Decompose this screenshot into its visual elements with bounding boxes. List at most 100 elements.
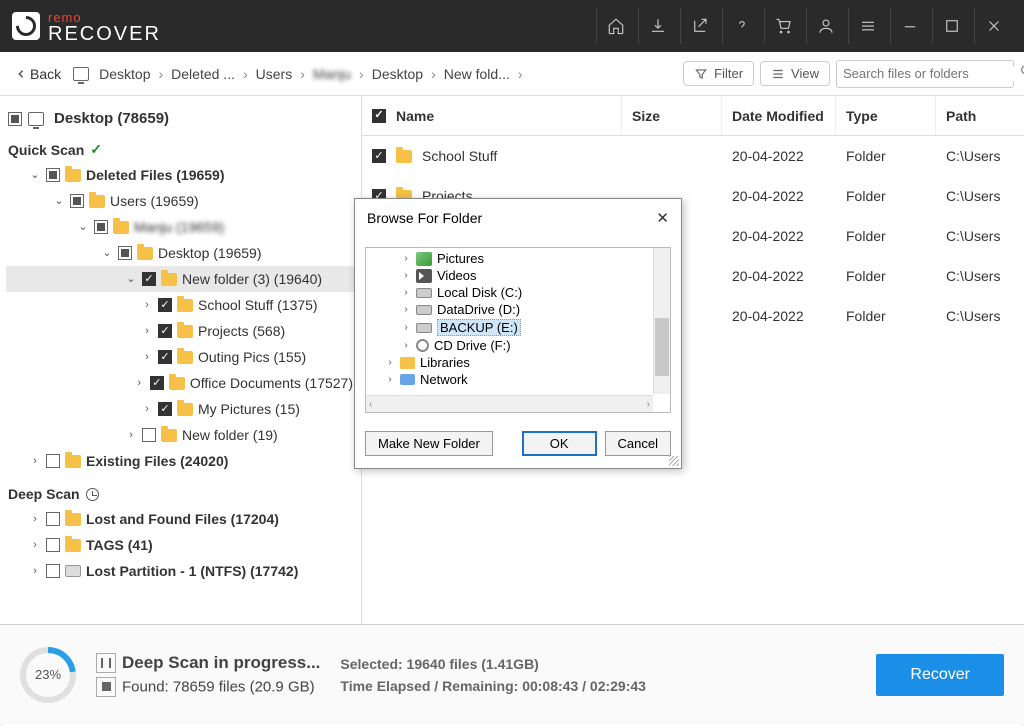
tree-item[interactable]: New folder (3) (19640) [182,269,322,289]
export-icon[interactable] [680,8,718,44]
expander-icon[interactable]: › [141,321,153,341]
tree-item[interactable]: Deleted Files (19659) [86,165,225,185]
expander-icon[interactable]: › [29,535,41,555]
checkbox[interactable] [150,376,164,390]
checkbox[interactable] [158,350,172,364]
crumb[interactable]: Manju [309,64,355,84]
expander-icon[interactable]: › [134,373,145,393]
checkbox[interactable] [46,564,60,578]
folder-item-selected[interactable]: BACKUP (E:) [437,319,521,336]
maximize-icon[interactable] [932,8,970,44]
expander-icon[interactable]: › [29,509,41,529]
folder-item[interactable]: DataDrive (D:) [437,302,520,317]
checkbox[interactable] [70,194,84,208]
expander-icon[interactable]: ⌄ [29,165,41,185]
filter-button[interactable]: Filter [683,61,754,86]
cart-icon[interactable] [764,8,802,44]
folder-item[interactable]: Libraries [420,355,470,370]
search-icon[interactable] [1019,63,1024,84]
folder-item[interactable]: Pictures [437,251,484,266]
tree-item[interactable]: New folder (19) [182,425,278,445]
ok-button[interactable]: OK [522,431,597,456]
tree-item[interactable]: Projects (568) [198,321,285,341]
tree-item[interactable]: Manju (19659) [134,217,224,237]
tree-item[interactable]: Users (19659) [110,191,199,211]
col-path[interactable]: Path [936,96,1024,135]
user-icon[interactable] [806,8,844,44]
disk-icon [416,288,432,298]
minimize-icon[interactable] [890,8,928,44]
checkbox[interactable] [118,246,132,260]
checkbox[interactable] [372,149,386,163]
expander-icon[interactable]: › [141,347,153,367]
folder-item[interactable]: Local Disk (C:) [437,285,522,300]
dialog-scrollbar[interactable] [653,248,670,394]
checkbox[interactable] [158,324,172,338]
dialog-title: Browse For Folder [367,210,482,226]
col-size[interactable]: Size [622,96,722,135]
expander-icon[interactable]: › [125,425,137,445]
expander-icon[interactable]: › [29,561,41,581]
expander-icon[interactable]: › [141,399,153,419]
col-name[interactable]: Name [396,108,434,124]
col-date[interactable]: Date Modified [722,96,836,135]
close-icon[interactable] [974,8,1012,44]
download-icon[interactable] [638,8,676,44]
dialog-close-icon[interactable]: ✕ [656,209,669,227]
expander-icon[interactable]: ⌄ [101,243,113,263]
folder-item[interactable]: Network [420,372,468,387]
make-new-folder-button[interactable]: Make New Folder [365,431,493,456]
expander-icon[interactable]: ⌄ [53,191,65,211]
tree-item[interactable]: Outing Pics (155) [198,347,306,367]
tree-item[interactable]: Desktop (19659) [158,243,262,263]
folder-item[interactable]: Videos [437,268,477,283]
checkbox[interactable] [46,168,60,182]
table-row[interactable]: School Stuff 20-04-2022FolderC:\Users [362,136,1024,176]
back-button[interactable]: Back [10,62,67,86]
col-type[interactable]: Type [836,96,936,135]
expander-icon[interactable]: › [29,451,41,471]
tree-item[interactable]: My Pictures (15) [198,399,300,419]
menu-icon[interactable] [848,8,886,44]
checkbox[interactable] [46,512,60,526]
checkbox[interactable] [142,428,156,442]
resize-handle[interactable] [669,456,679,466]
clock-icon [86,488,99,501]
crumb[interactable]: New fold... [440,64,514,84]
dialog-h-scrollbar[interactable]: ‹› [366,395,653,412]
back-label: Back [30,66,61,82]
crumb[interactable]: Deleted ... [167,64,239,84]
crumb[interactable]: Desktop [368,64,427,84]
crumb[interactable]: Users [252,64,297,84]
expander-icon[interactable]: ⌄ [77,217,89,237]
help-icon[interactable] [722,8,760,44]
expander-icon[interactable]: › [141,295,153,315]
cancel-button[interactable]: Cancel [605,431,671,456]
folder-item[interactable]: CD Drive (F:) [434,338,511,353]
tree-item[interactable]: TAGS (41) [86,535,153,555]
tree-item[interactable]: Existing Files (24020) [86,451,228,471]
checkbox[interactable] [158,298,172,312]
search-input[interactable] [836,60,1014,88]
checkbox[interactable] [158,402,172,416]
checkbox[interactable] [46,454,60,468]
stop-button[interactable] [96,677,116,697]
select-all-checkbox[interactable] [372,109,386,123]
crumb[interactable]: Desktop [95,64,154,84]
checkbox[interactable] [142,272,156,286]
checkbox[interactable] [8,112,22,126]
checkbox[interactable] [46,538,60,552]
recover-button[interactable]: Recover [876,654,1004,696]
view-button[interactable]: View [760,61,830,86]
tree-item[interactable]: School Stuff (1375) [198,295,318,315]
pause-button[interactable] [96,653,116,673]
tree-item[interactable]: Lost Partition - 1 (NTFS) (17742) [86,561,298,581]
checkbox[interactable] [94,220,108,234]
expander-icon[interactable]: ⌄ [125,269,137,289]
tree-item[interactable]: Lost and Found Files (17204) [86,509,279,529]
check-icon: ✓ [90,141,102,158]
home-icon[interactable] [596,8,634,44]
tree-item[interactable]: Office Documents (17527) [190,373,353,393]
videos-icon [416,269,432,283]
folder-icon [169,377,185,390]
